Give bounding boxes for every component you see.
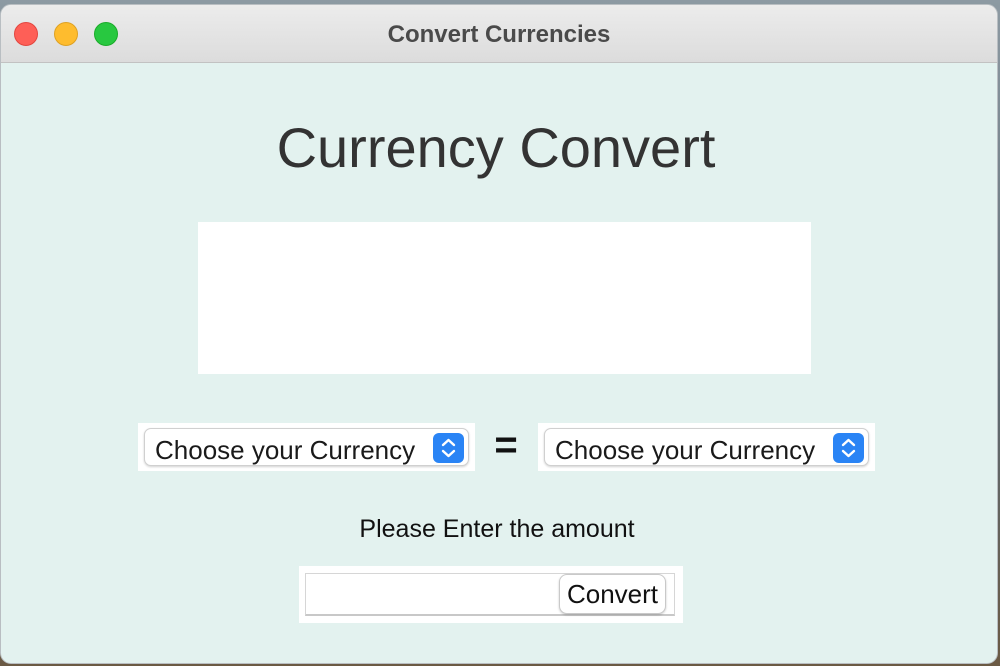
app-window: Convert Currencies Currency Convert Choo…	[0, 4, 998, 664]
page-title: Currency Convert	[276, 116, 716, 179]
to-currency-select[interactable]: Choose your Currency	[544, 428, 869, 466]
window-title: Convert Currencies	[387, 21, 611, 48]
amount-row: Convert	[299, 566, 683, 623]
from-currency-value: Choose your Currency	[155, 435, 416, 465]
to-currency-value: Choose your Currency	[555, 435, 816, 465]
equals-sign: =	[494, 423, 518, 467]
to-currency-frame: Choose your Currency	[538, 423, 875, 471]
convert-button[interactable]: Convert	[559, 574, 666, 614]
updown-chevron-icon[interactable]	[833, 433, 864, 463]
updown-chevron-icon[interactable]	[433, 433, 464, 463]
from-currency-frame: Choose your Currency	[138, 423, 475, 471]
title-bar[interactable]: Convert Currencies	[1, 5, 997, 63]
from-currency-select[interactable]: Choose your Currency	[144, 428, 469, 466]
result-display	[198, 222, 811, 374]
amount-prompt-label: Please Enter the amount	[359, 515, 635, 543]
